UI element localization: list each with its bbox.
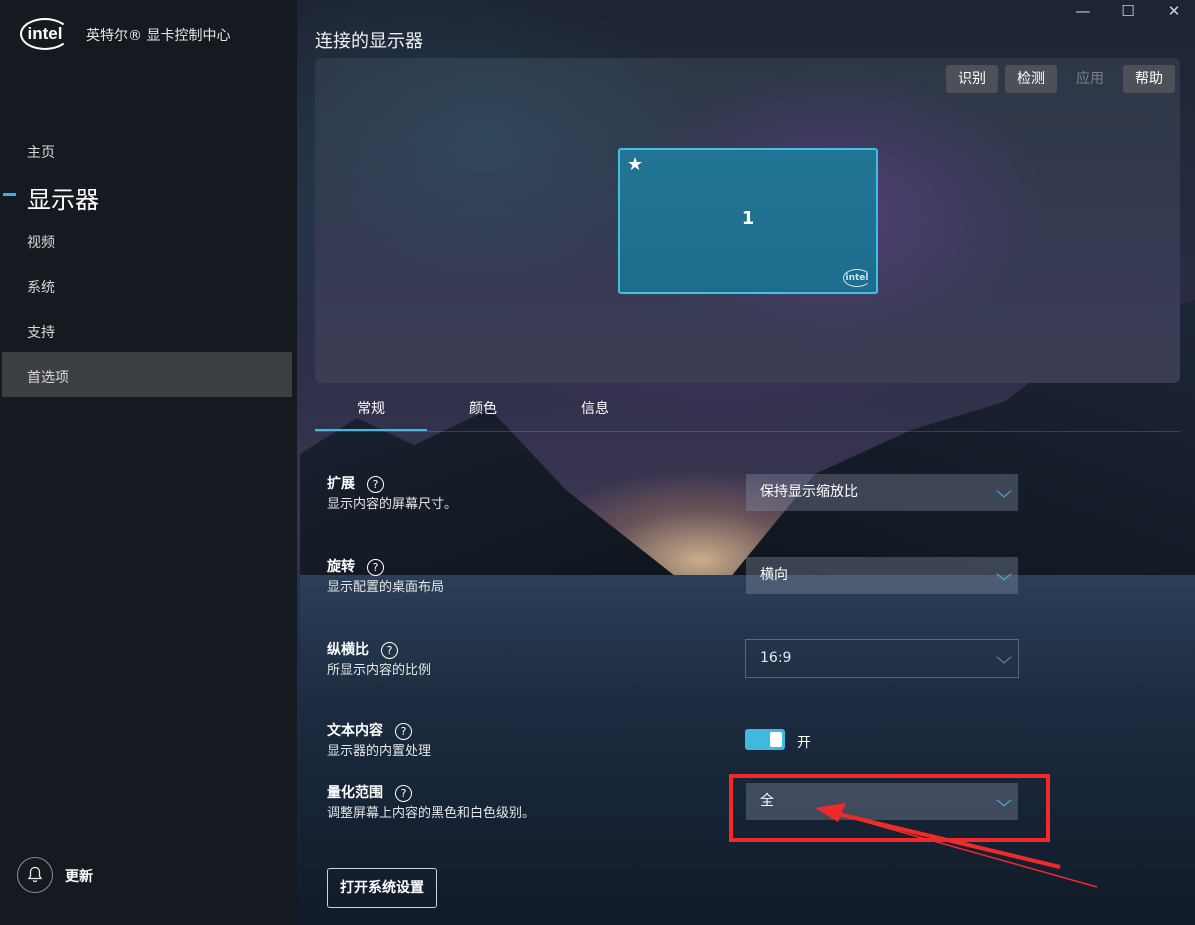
tab-general[interactable]: 常规 bbox=[315, 400, 427, 430]
chevron-down-icon bbox=[996, 484, 1012, 498]
aspect-dropdown[interactable]: 16:9 bbox=[745, 639, 1019, 678]
update-label[interactable]: 更新 bbox=[65, 866, 93, 886]
scaling-title-text: 扩展 bbox=[327, 476, 355, 492]
bell-icon[interactable] bbox=[17, 857, 53, 893]
rotation-desc: 显示配置的桌面布局 bbox=[327, 580, 445, 595]
text-content-toggle-label: 开 bbox=[797, 735, 811, 751]
minimize-button[interactable]: — bbox=[1068, 2, 1098, 24]
text-content-toggle[interactable] bbox=[745, 729, 785, 750]
scaling-dropdown-value: 保持显示缩放比 bbox=[760, 484, 858, 500]
sidebar-active-marker bbox=[3, 193, 16, 196]
app-title: 英特尔® 显卡控制中心 bbox=[86, 28, 231, 44]
chevron-down-icon bbox=[996, 567, 1012, 581]
page-title: 连接的显示器 bbox=[315, 31, 423, 52]
scaling-help-icon[interactable]: ? bbox=[367, 475, 384, 493]
sidebar-item-preferences[interactable]: 首选项 bbox=[27, 367, 69, 387]
maximize-button[interactable]: ☐ bbox=[1113, 2, 1143, 24]
monitor-intel-logo: intel bbox=[843, 269, 871, 287]
quant-help-icon[interactable]: ? bbox=[395, 784, 412, 802]
rotation-title: 旋转? bbox=[327, 556, 384, 576]
chevron-down-icon bbox=[996, 650, 1012, 664]
quant-desc: 调整屏幕上内容的黑色和白色级别。 bbox=[327, 806, 536, 821]
rotation-help-icon[interactable]: ? bbox=[367, 558, 384, 576]
sidebar: intel 英特尔® 显卡控制中心 主页 显示器 视频 系统 支持 首选项 更新 bbox=[0, 0, 297, 925]
monitor-tile[interactable]: ★ 1 intel bbox=[618, 148, 878, 294]
monitor-number: 1 bbox=[741, 208, 755, 229]
tab-active-underline bbox=[315, 429, 427, 431]
identify-button[interactable]: 识别 bbox=[946, 65, 998, 93]
sidebar-item-home[interactable]: 主页 bbox=[27, 142, 55, 162]
annotation-highlight-box bbox=[729, 774, 1050, 842]
rotation-dropdown-value: 横向 bbox=[760, 567, 788, 583]
text-content-title-text: 文本内容 bbox=[327, 723, 383, 739]
tab-color[interactable]: 颜色 bbox=[427, 400, 539, 430]
text-content-desc: 显示器的内置处理 bbox=[327, 744, 432, 759]
sidebar-item-support[interactable]: 支持 bbox=[27, 322, 55, 342]
quant-title-text: 量化范围 bbox=[327, 785, 383, 801]
intel-logo: intel bbox=[20, 18, 70, 50]
rotation-dropdown[interactable]: 横向 bbox=[746, 557, 1018, 594]
aspect-title-text: 纵横比 bbox=[327, 642, 369, 658]
aspect-title: 纵横比? bbox=[327, 639, 398, 659]
detect-button[interactable]: 检测 bbox=[1005, 65, 1057, 93]
scaling-dropdown[interactable]: 保持显示缩放比 bbox=[746, 474, 1018, 511]
scaling-desc: 显示内容的屏幕尺寸。 bbox=[327, 497, 458, 512]
toggle-knob bbox=[770, 732, 782, 747]
aspect-desc: 所显示内容的比例 bbox=[327, 663, 432, 678]
aspect-help-icon[interactable]: ? bbox=[381, 641, 398, 659]
quant-title: 量化范围? bbox=[327, 782, 412, 802]
text-content-title: 文本内容? bbox=[327, 720, 412, 740]
tabs-divider bbox=[315, 431, 1180, 432]
primary-star-icon: ★ bbox=[627, 154, 644, 175]
open-system-settings-button[interactable]: 打开系统设置 bbox=[327, 868, 437, 908]
text-content-help-icon[interactable]: ? bbox=[395, 722, 412, 740]
close-button[interactable]: ✕ bbox=[1159, 2, 1189, 24]
scaling-title: 扩展? bbox=[327, 473, 384, 493]
sidebar-item-display[interactable]: 显示器 bbox=[27, 180, 99, 215]
tab-info[interactable]: 信息 bbox=[539, 400, 651, 430]
sidebar-item-system[interactable]: 系统 bbox=[27, 277, 55, 297]
help-button[interactable]: 帮助 bbox=[1123, 65, 1175, 93]
sidebar-item-video[interactable]: 视频 bbox=[27, 232, 55, 252]
aspect-dropdown-value: 16:9 bbox=[760, 650, 792, 666]
apply-button[interactable]: 应用 bbox=[1064, 65, 1116, 93]
rotation-title-text: 旋转 bbox=[327, 559, 355, 575]
